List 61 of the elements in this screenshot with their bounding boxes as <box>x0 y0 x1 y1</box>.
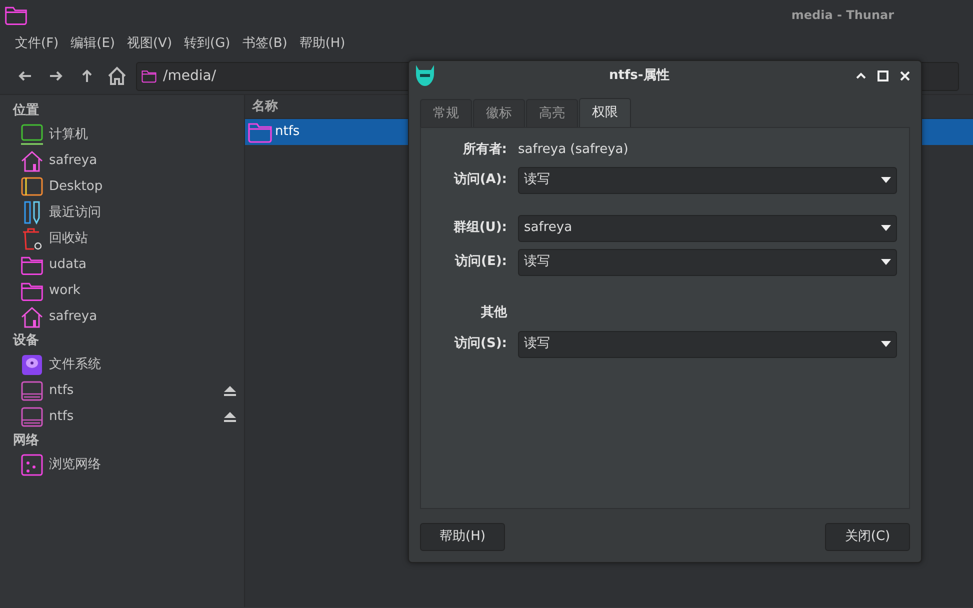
field-label: 访问(A): <box>452 170 507 190</box>
menu-item[interactable]: 书签(B) <box>236 34 294 54</box>
trash-icon <box>20 227 44 251</box>
sidebar-item[interactable]: work <box>13 278 239 304</box>
sidebar-heading: 位置 <box>13 102 40 120</box>
tab[interactable]: 高亮 <box>526 99 578 127</box>
owner-value: safreya (safreya) <box>518 141 628 160</box>
dialog-title: ntfs-属性 <box>609 67 670 86</box>
sidebar-item[interactable]: ntfs <box>13 378 239 404</box>
sidebar-item[interactable]: 计算机 <box>13 122 239 148</box>
dropdown[interactable]: 读写 <box>518 166 897 194</box>
close-icon[interactable] <box>899 70 911 82</box>
sidebar-heading: 网络 <box>13 432 40 450</box>
folder-icon <box>141 69 157 83</box>
desktop-icon <box>20 175 44 199</box>
field-label: 访问(E): <box>454 252 507 272</box>
tab[interactable]: 常规 <box>420 99 472 127</box>
home-icon[interactable] <box>107 66 127 86</box>
menu-item[interactable]: 转到(G) <box>178 34 236 54</box>
network-icon <box>20 453 44 477</box>
section-label: 其他 <box>480 304 507 322</box>
dropdown[interactable]: 读写 <box>518 330 897 358</box>
menu-item[interactable]: 帮助(H) <box>293 34 352 54</box>
sidebar-item[interactable]: udata <box>13 252 239 278</box>
monitor-icon <box>20 123 44 147</box>
tab[interactable]: 权限 <box>579 98 631 127</box>
caret-down-icon <box>881 177 891 183</box>
drive-icon <box>20 405 44 429</box>
dialog-button[interactable]: 帮助(H) <box>420 523 505 551</box>
sidebar-item[interactable]: Desktop <box>13 174 239 200</box>
caret-down-icon <box>881 341 891 347</box>
sidebar-item[interactable]: 浏览网络 <box>13 452 239 478</box>
sidebar-heading: 设备 <box>13 332 40 350</box>
menu-item[interactable]: 文件(F) <box>9 34 65 54</box>
house-icon <box>20 305 44 329</box>
sidebar-item[interactable]: ntfs <box>13 404 239 430</box>
menu-item[interactable]: 视图(V) <box>120 34 178 54</box>
field-label: 访问(S): <box>453 334 507 354</box>
caret-down-icon <box>881 259 891 265</box>
menu-item[interactable]: 编辑(E) <box>64 34 121 54</box>
house-icon <box>20 149 44 173</box>
maximize-icon[interactable] <box>877 70 889 82</box>
sidebar-item[interactable]: 文件系统 <box>13 352 239 378</box>
eject-icon[interactable] <box>224 412 236 422</box>
window-title: media - Thunar <box>791 7 894 24</box>
caret-down-icon <box>881 225 891 231</box>
dropdown[interactable]: 读写 <box>518 248 897 276</box>
sidebar-item[interactable]: safreya <box>13 148 239 174</box>
sidebar-item[interactable]: 回收站 <box>13 226 239 252</box>
field-label: 群组(U): <box>452 219 507 238</box>
eject-icon[interactable] <box>224 386 236 396</box>
mask-icon <box>413 64 437 88</box>
folder-icon <box>247 120 273 144</box>
sidebar-item[interactable]: safreya <box>13 304 239 330</box>
dialog-button[interactable]: 关闭(C) <box>825 523 910 551</box>
folder-icon <box>4 4 28 26</box>
sidebar-item[interactable]: 最近访问 <box>13 200 239 226</box>
dropdown[interactable]: safreya <box>518 214 897 242</box>
tab[interactable]: 徽标 <box>473 99 525 127</box>
field-label: 所有者: <box>462 141 507 160</box>
drive-icon <box>20 379 44 403</box>
